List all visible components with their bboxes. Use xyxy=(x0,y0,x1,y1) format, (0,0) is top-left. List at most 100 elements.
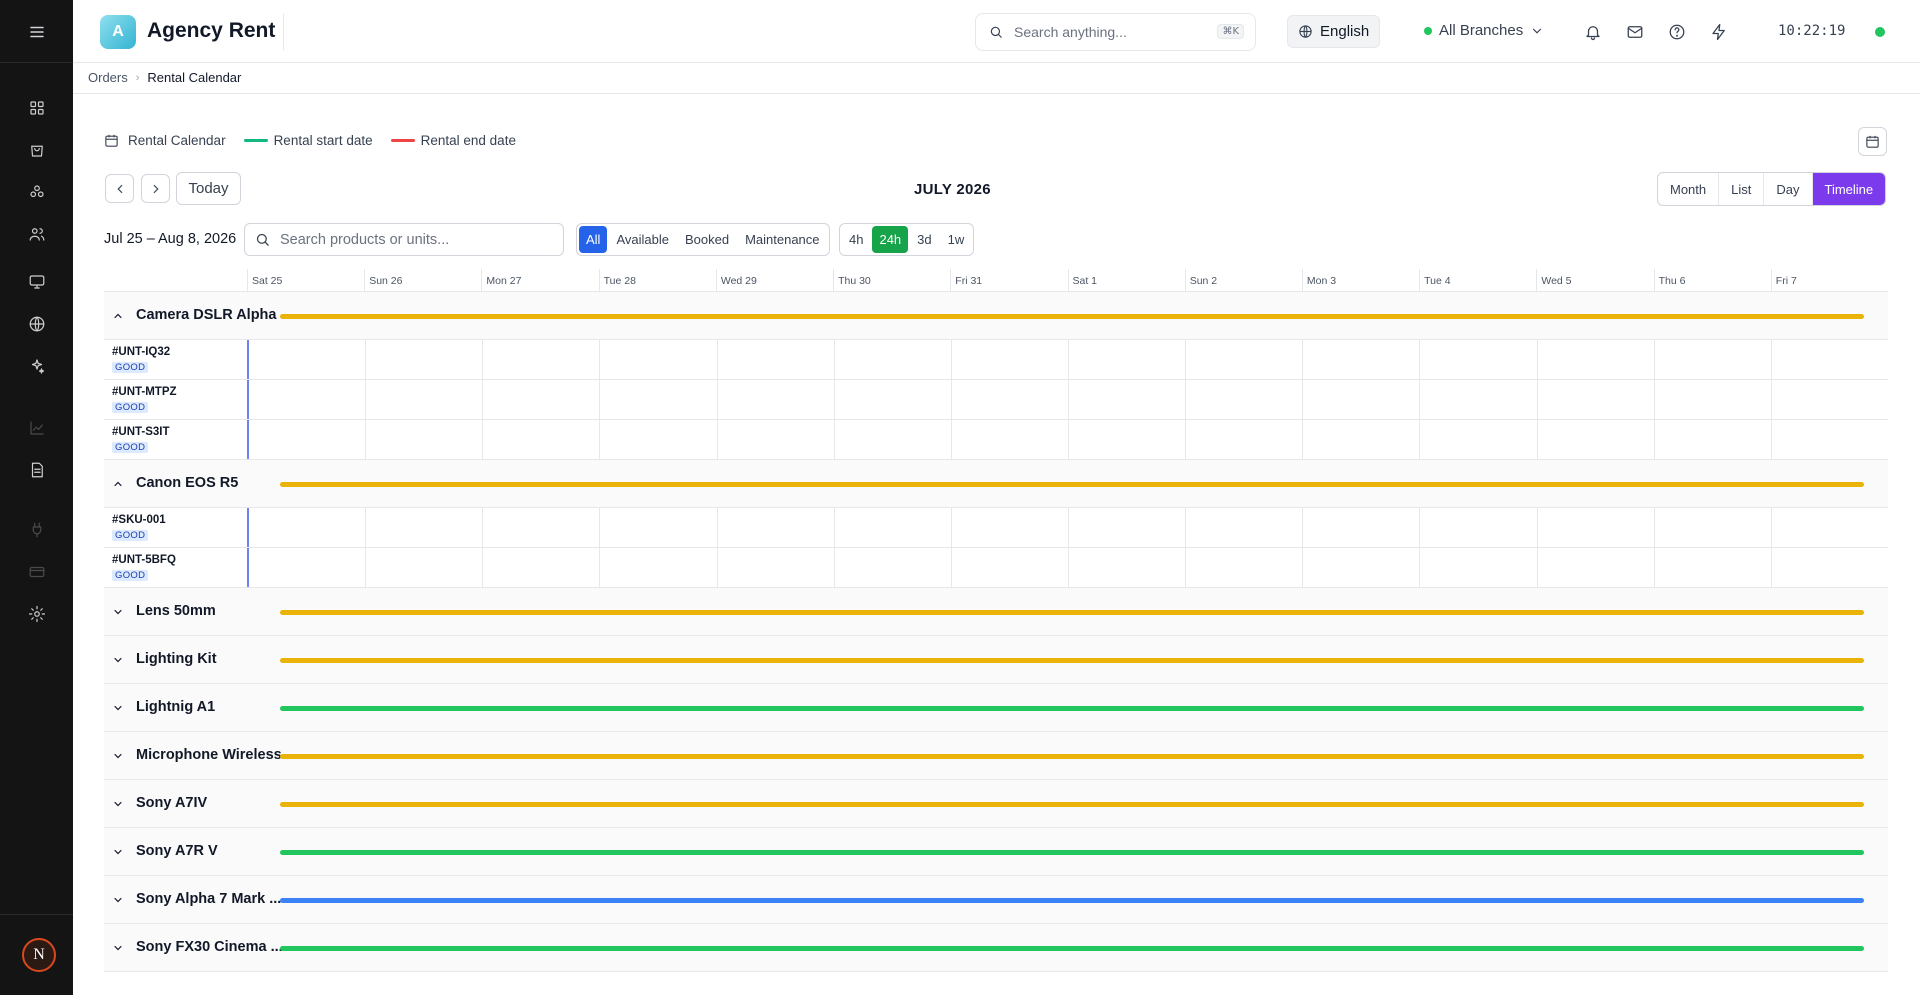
timeline-cell[interactable] xyxy=(365,380,482,419)
timeline-cell[interactable] xyxy=(1653,420,1771,459)
timeline-cell[interactable] xyxy=(249,340,365,379)
timeline-cell[interactable] xyxy=(1419,508,1536,547)
timeline-cell[interactable] xyxy=(716,508,834,547)
chevron-up-icon[interactable] xyxy=(112,478,124,490)
timeline-cell[interactable] xyxy=(1067,508,1185,547)
timeline-cell[interactable] xyxy=(716,420,834,459)
unit-id[interactable]: #UNT-S3IT xyxy=(112,426,170,438)
timeline-cell[interactable] xyxy=(833,420,951,459)
timeline-cell[interactable] xyxy=(716,548,834,587)
chevron-down-icon[interactable] xyxy=(112,606,124,618)
globe-icon[interactable] xyxy=(17,307,57,341)
timeline-cell[interactable] xyxy=(1770,420,1888,459)
availability-bar[interactable] xyxy=(280,706,1864,711)
orders-bag-icon[interactable] xyxy=(17,133,57,167)
view-list-button[interactable]: List xyxy=(1719,173,1765,205)
zoom-4h-button[interactable]: 4h xyxy=(842,226,870,253)
availability-bar[interactable] xyxy=(280,482,1864,487)
timeline-cell[interactable] xyxy=(833,340,951,379)
timeline-cell[interactable] xyxy=(950,380,1068,419)
availability-bar[interactable] xyxy=(280,850,1864,855)
branch-selector[interactable]: All Branches xyxy=(1424,22,1544,39)
unit-id[interactable]: #UNT-IQ32 xyxy=(112,346,170,358)
products-icon[interactable] xyxy=(17,175,57,209)
availability-bar[interactable] xyxy=(280,946,1864,951)
view-day-button[interactable]: Day xyxy=(1764,173,1813,205)
timeline-cell[interactable] xyxy=(599,380,716,419)
prev-button[interactable] xyxy=(105,174,134,203)
timeline-cell[interactable] xyxy=(950,548,1068,587)
product-group-row[interactable]: Sony FX30 Cinema ... xyxy=(104,924,1888,972)
product-group-row[interactable]: Sony A7R V xyxy=(104,828,1888,876)
timeline-cell[interactable] xyxy=(1770,548,1888,587)
timeline-cell[interactable] xyxy=(365,508,482,547)
chevron-down-icon[interactable] xyxy=(112,894,124,906)
status-all-button[interactable]: All xyxy=(579,226,608,253)
timeline-cell[interactable] xyxy=(1770,340,1888,379)
timeline-cell[interactable] xyxy=(1185,380,1302,419)
timeline-cell[interactable] xyxy=(1067,340,1185,379)
timeline-cell[interactable] xyxy=(716,340,834,379)
product-search-input[interactable]: Search products or units... xyxy=(244,223,564,256)
timeline-cell[interactable] xyxy=(1067,380,1185,419)
chevron-down-icon[interactable] xyxy=(112,702,124,714)
timeline-cell[interactable] xyxy=(1536,508,1654,547)
document-icon[interactable] xyxy=(17,453,57,487)
product-group-row[interactable]: Lightnig A1 xyxy=(104,684,1888,732)
timeline-cell[interactable] xyxy=(1067,548,1185,587)
lightning-icon[interactable] xyxy=(1708,21,1730,43)
timeline-cell[interactable] xyxy=(1653,548,1771,587)
timeline-cell[interactable] xyxy=(833,380,951,419)
view-month-button[interactable]: Month xyxy=(1658,173,1720,205)
timeline-cell[interactable] xyxy=(833,548,951,587)
zoom-3d-button[interactable]: 3d xyxy=(910,226,938,253)
status-available-button[interactable]: Available xyxy=(609,226,676,253)
timeline-cell[interactable] xyxy=(1536,340,1654,379)
global-search-input[interactable]: Search anything... ⌘K xyxy=(975,13,1256,51)
timeline-cell[interactable] xyxy=(249,508,365,547)
analytics-icon[interactable] xyxy=(17,411,57,445)
timeline-cell[interactable] xyxy=(1067,420,1185,459)
timeline-cell[interactable] xyxy=(1536,420,1654,459)
unit-id[interactable]: #SKU-001 xyxy=(112,514,166,526)
chevron-down-icon[interactable] xyxy=(112,750,124,762)
timeline-cell[interactable] xyxy=(1536,548,1654,587)
timeline-cell[interactable] xyxy=(365,548,482,587)
availability-bar[interactable] xyxy=(280,754,1864,759)
view-timeline-button[interactable]: Timeline xyxy=(1812,173,1886,205)
product-group-row[interactable]: Sony A7IV xyxy=(104,780,1888,828)
timeline-cell[interactable] xyxy=(249,420,365,459)
help-icon[interactable] xyxy=(1666,21,1688,43)
status-booked-button[interactable]: Booked xyxy=(678,226,736,253)
timeline-cell[interactable] xyxy=(599,508,716,547)
today-button[interactable]: Today xyxy=(176,172,241,205)
availability-bar[interactable] xyxy=(280,314,1864,319)
zoom-1w-button[interactable]: 1w xyxy=(941,226,972,253)
zoom-24h-button[interactable]: 24h xyxy=(872,226,909,253)
product-group-row[interactable]: Canon EOS R5 xyxy=(104,460,1888,508)
chevron-down-icon[interactable] xyxy=(112,654,124,666)
dashboard-icon[interactable] xyxy=(17,91,57,125)
timeline-cell[interactable] xyxy=(1770,380,1888,419)
mail-icon[interactable] xyxy=(1624,21,1646,43)
timeline-cell[interactable] xyxy=(249,380,365,419)
timeline-cell[interactable] xyxy=(1302,340,1419,379)
plug-icon[interactable] xyxy=(17,513,57,547)
timeline-cell[interactable] xyxy=(482,548,599,587)
availability-bar[interactable] xyxy=(280,802,1864,807)
timeline-cell[interactable] xyxy=(482,380,599,419)
chevron-down-icon[interactable] xyxy=(112,846,124,858)
unit-id[interactable]: #UNT-5BFQ xyxy=(112,554,176,566)
language-button[interactable]: English xyxy=(1287,15,1380,48)
timeline-cell[interactable] xyxy=(482,420,599,459)
card-icon[interactable] xyxy=(17,555,57,589)
next-button[interactable] xyxy=(141,174,170,203)
menu-icon[interactable] xyxy=(17,20,57,44)
timeline-cell[interactable] xyxy=(1302,548,1419,587)
availability-bar[interactable] xyxy=(280,658,1864,663)
timeline-cell[interactable] xyxy=(950,420,1068,459)
product-group-row[interactable]: Lighting Kit xyxy=(104,636,1888,684)
customers-icon[interactable] xyxy=(17,217,57,251)
status-maintenance-button[interactable]: Maintenance xyxy=(738,226,826,253)
product-group-row[interactable]: Camera DSLR Alpha xyxy=(104,292,1888,340)
